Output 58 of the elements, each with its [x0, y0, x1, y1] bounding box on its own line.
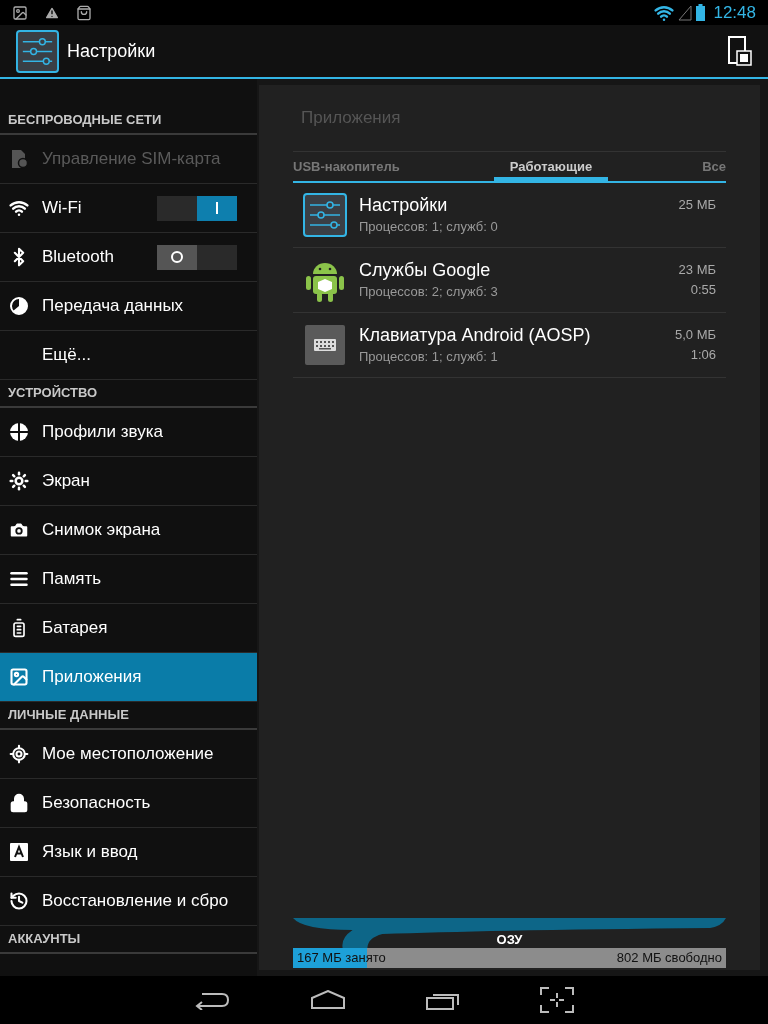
- ram-label: ОЗУ: [496, 932, 523, 948]
- brightness-icon: [9, 471, 29, 491]
- keyboard-icon: [304, 324, 346, 366]
- wifi-icon: [9, 198, 29, 218]
- ram-free: 802 МБ свободно: [616, 949, 723, 968]
- run-time: 1:06: [690, 346, 716, 364]
- tab[interactable]: USB-накопитель: [293, 152, 416, 181]
- sim-card-icon: [9, 149, 29, 169]
- app-details: Процессов: 1; служб: 1: [359, 348, 499, 367]
- settings-item[interactable]: Bluetooth: [0, 233, 257, 282]
- settings-item[interactable]: Язык и ввод: [0, 828, 257, 877]
- section-header: ЛИЧНЫЕ ДАННЫЕ: [8, 706, 129, 725]
- app-row[interactable]: Клавиатура Android (AOSP) Процессов: 1; служб: 1 5,0 МБ 1:06: [293, 313, 726, 378]
- app-row[interactable]: Службы Google Процессов: 2; служб: 3 23 МБ 0:55: [293, 248, 726, 313]
- restore-icon: [9, 891, 29, 911]
- memory-size: 5,0 МБ: [674, 326, 716, 344]
- language-icon: [10, 843, 28, 861]
- app-name: Службы Google: [359, 259, 492, 283]
- settings-item[interactable]: Профили звука: [0, 408, 257, 457]
- settings-item[interactable]: Wi-Fi: [0, 184, 257, 233]
- app-row[interactable]: Настройки Процессов: 1; служб: 0 25 МБ: [293, 183, 726, 248]
- section-header: УСТРОЙСТВО: [8, 384, 98, 403]
- settings-item[interactable]: Безопасность: [0, 779, 257, 828]
- back-button[interactable]: [194, 990, 230, 1010]
- screenshot-button[interactable]: [540, 987, 574, 1013]
- warning-icon: [44, 4, 60, 21]
- pie-chart-icon: [9, 296, 29, 316]
- section-header: БЕСПРОВОДНЫЕ СЕТИ: [8, 111, 162, 130]
- quadrant-circle-icon: [9, 422, 29, 442]
- signal-icon: [678, 4, 693, 21]
- memory-size: 25 МБ: [678, 196, 716, 214]
- tab[interactable]: Работающие: [493, 152, 609, 181]
- clock: 12:48: [713, 1, 756, 24]
- tablet-icon: [728, 36, 752, 66]
- toggle-switch[interactable]: [157, 244, 237, 270]
- app-name: Настройки: [359, 194, 449, 218]
- storage-icon: [9, 569, 29, 589]
- battery-icon: [696, 4, 706, 21]
- toggle-switch[interactable]: [157, 195, 237, 221]
- app-name: Клавиатура Android (AOSP): [359, 324, 592, 348]
- location-icon: [9, 744, 29, 764]
- shopping-bag-icon: [76, 4, 92, 21]
- memory-size: 23 МБ: [678, 261, 716, 279]
- app-title: Настройки: [67, 39, 156, 63]
- sliders-icon: [303, 193, 347, 237]
- picture-icon: [12, 4, 28, 21]
- settings-item[interactable]: Приложения: [0, 653, 257, 702]
- section-header: АККАУНТЫ: [8, 930, 81, 949]
- run-time: 0:55: [690, 281, 716, 299]
- app-details: Процессов: 1; служб: 0: [359, 218, 499, 237]
- home-button[interactable]: [310, 990, 346, 1010]
- sliders-icon: [16, 29, 59, 73]
- settings-item[interactable]: Передача данных: [0, 282, 257, 331]
- apps-icon: [9, 667, 29, 687]
- lock-icon: [9, 793, 29, 813]
- app-details: Процессов: 2; служб: 3: [359, 283, 499, 302]
- tab[interactable]: Все: [686, 152, 726, 181]
- settings-item[interactable]: Снимок экрана: [0, 506, 257, 555]
